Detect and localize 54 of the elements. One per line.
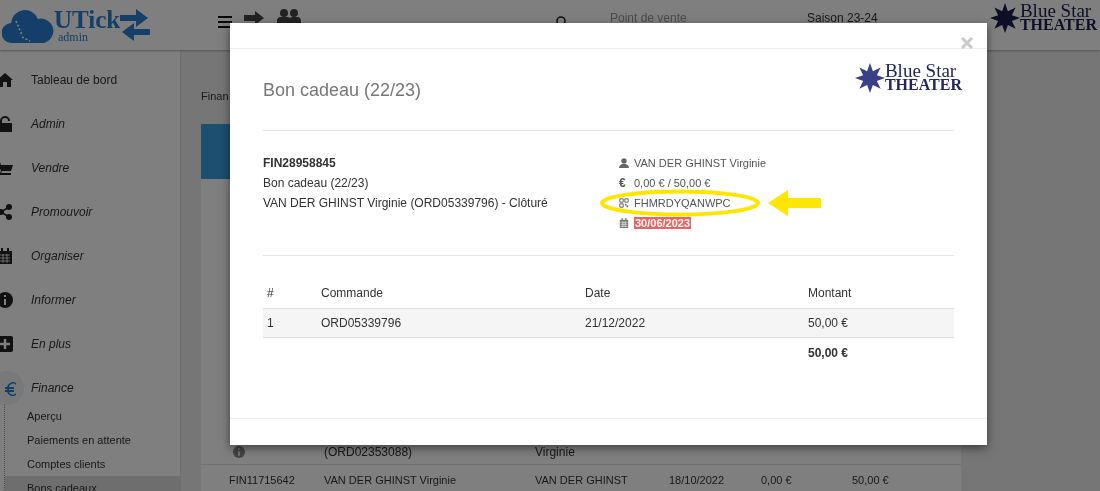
voucher-type: Bon cadeau (22/23)	[263, 175, 370, 192]
expiry-date: 30/06/2023	[634, 217, 692, 229]
home-icon	[0, 72, 13, 88]
logo-text: Blue Star	[884, 64, 957, 78]
share-icon	[0, 204, 13, 220]
table-cell: 21/12/2022	[581, 308, 804, 338]
euro-icon	[3, 380, 19, 396]
column-header: #	[263, 278, 317, 309]
table-cell-text: VAN DER GHINST	[535, 473, 629, 488]
sidebar-subitem[interactable]: Paiements en attente	[5, 428, 180, 452]
table-cell: 50,00 €	[804, 308, 954, 338]
table-cell-text: 50,00 €	[852, 473, 889, 488]
brand-subtitle: admin	[57, 32, 89, 42]
season-label[interactable]: Saison 23-24	[807, 11, 878, 25]
star-icon	[854, 63, 885, 93]
table-cell-text: 18/10/2022	[669, 473, 726, 488]
table-cell-text: VAN DER GHINST Virginie	[324, 473, 458, 488]
amount-text: 0,00 € / 50,00 €	[634, 177, 711, 189]
euro-icon: €	[619, 176, 629, 190]
reference-text: FIN28958845	[263, 155, 337, 172]
order-description: VAN DER GHINST Virginie (ORD05339796) - Clôturé	[263, 195, 549, 212]
sidebar-item[interactable]: Informer	[0, 278, 180, 322]
sidebar-subitem[interactable]: Comptes clients	[5, 452, 180, 476]
sidebar-item[interactable]: Organiser	[0, 234, 180, 278]
table-cell-text: Virginie	[535, 444, 576, 460]
brand-name: UTick	[54, 8, 121, 32]
lock-icon	[0, 116, 13, 132]
menu-icon[interactable]	[218, 16, 232, 28]
logo-text: Blue Star	[1019, 4, 1092, 18]
voucher-code: FHMRDYQANWPC	[634, 197, 731, 209]
column-header: Commande	[317, 278, 581, 309]
column-header: Montant	[804, 278, 954, 309]
table-cell: 1	[263, 308, 317, 338]
sidebar-item[interactable]: Promouvoir	[0, 190, 180, 234]
sidebar-item[interactable]: En plus	[0, 322, 180, 366]
star-icon	[989, 3, 1020, 33]
modal-title: Bon cadeau (22/23)	[263, 80, 422, 101]
arrows-icon	[120, 7, 151, 43]
calendar-icon	[619, 217, 629, 229]
sidebar-item[interactable]: Tableau de bord	[0, 58, 180, 102]
qr-code-icon	[619, 197, 629, 209]
arrow-icon[interactable]	[244, 11, 264, 25]
table-cell-text: 0,00 €	[761, 473, 793, 488]
sidebar-item[interactable]: Vendre	[0, 146, 180, 190]
column-header: Date	[581, 278, 804, 309]
user-icon	[619, 157, 629, 169]
logo-text: THEATER	[1019, 18, 1097, 32]
table-cell-text: FIN11715642	[229, 473, 296, 488]
table-cell-text: (ORD02353088)	[324, 444, 414, 460]
customer-name: VAN DER GHINST Virginie	[634, 157, 767, 169]
table-cell: ORD05339796	[317, 308, 581, 338]
total-amount: 50,00 €	[808, 346, 849, 360]
logo-text: THEATER	[884, 78, 962, 92]
sidebar-item[interactable]: Admin	[0, 102, 180, 146]
